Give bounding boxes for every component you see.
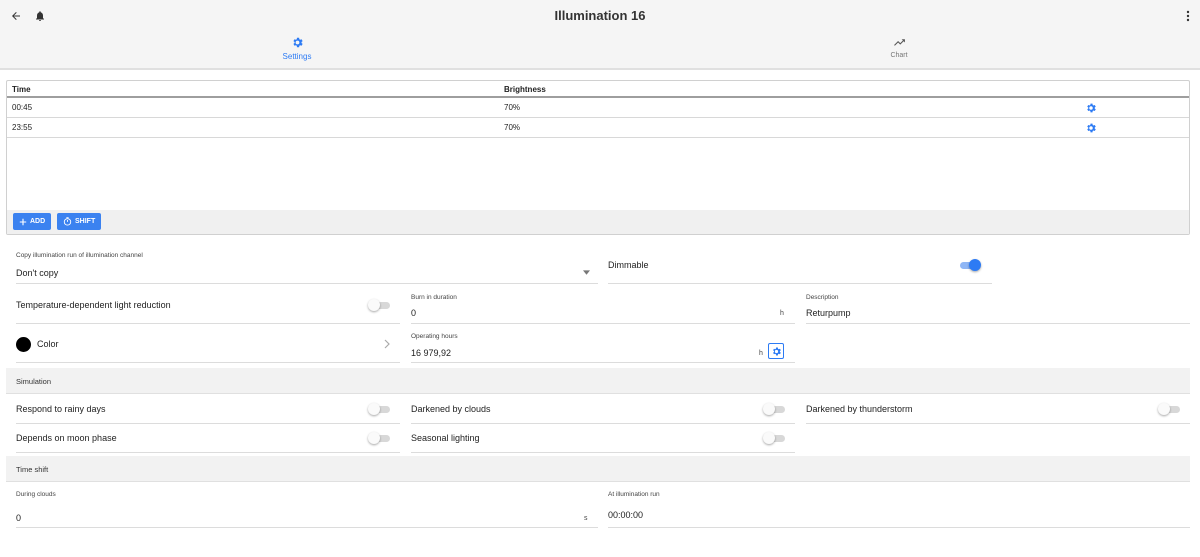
row-settings-icon[interactable]: [1085, 122, 1097, 134]
tab-settings[interactable]: Settings: [237, 36, 357, 66]
shift-button[interactable]: SHIFT: [57, 213, 102, 230]
tab-chart[interactable]: Chart: [839, 36, 959, 66]
dimmable-label: Dimmable: [608, 260, 649, 270]
column-header-brightness: Brightness: [504, 85, 546, 94]
temp-reduction-label: Temperature-dependent light reduction: [16, 300, 171, 310]
operating-hours-settings-button[interactable]: [768, 343, 784, 359]
trending-up-icon: [893, 39, 905, 46]
toggle-knob: [763, 403, 775, 415]
tab-chart-label: Chart: [890, 52, 908, 59]
gear-icon: [292, 37, 303, 48]
seasonal-label: Seasonal lighting: [411, 433, 480, 443]
row-time: 23:55: [12, 123, 33, 132]
color-label: Color: [37, 339, 59, 349]
illumination-run-label: At illumination run: [608, 491, 660, 498]
copy-run-select[interactable]: Copy illumination run of illumination ch…: [16, 248, 598, 284]
gear-icon: [772, 347, 781, 355]
table-header: Time Brightness: [7, 81, 1189, 98]
clouds-label: Darkened by clouds: [411, 404, 491, 414]
color-row[interactable]: Color: [16, 326, 400, 363]
add-button[interactable]: ADD: [13, 213, 52, 230]
toggle-knob: [368, 432, 380, 444]
during-clouds-value: 0: [16, 513, 22, 523]
toggle-knob: [969, 259, 981, 271]
row-time: 00:45: [12, 103, 33, 112]
table-row[interactable]: 00:45 70%: [7, 98, 1189, 118]
thunderstorm-row: Darkened by thunderstorm: [806, 396, 1190, 424]
timer-icon: [63, 217, 72, 226]
description-field[interactable]: Description Returpump: [806, 287, 1190, 324]
column-header-time: Time: [12, 85, 31, 94]
row-brightness: 70%: [504, 123, 521, 132]
row-brightness: 70%: [504, 103, 521, 112]
operating-hours-field[interactable]: Operating hours 16 979,92 h: [411, 326, 795, 363]
during-clouds-label: During clouds: [16, 491, 56, 498]
chevron-right-icon: [384, 339, 390, 349]
toggle-knob: [368, 403, 380, 415]
color-swatch: [16, 337, 31, 352]
rainy-days-toggle[interactable]: [368, 403, 390, 415]
table-footer: ADD SHIFT: [7, 210, 1189, 234]
seasonal-row: Seasonal lighting: [411, 425, 795, 453]
toggle-knob: [1158, 403, 1170, 415]
description-value: Returpump: [806, 308, 851, 318]
time-shift-section-header: Time shift: [6, 456, 1190, 482]
simulation-section-header: Simulation: [6, 368, 1190, 394]
toggle-knob: [368, 299, 380, 311]
illumination-run-value: 00:00:00: [608, 510, 644, 520]
during-clouds-field[interactable]: During clouds 0 s: [16, 487, 598, 528]
row-settings-icon[interactable]: [1085, 102, 1097, 114]
description-label: Description: [806, 294, 839, 301]
table-row[interactable]: 23:55 70%: [7, 118, 1189, 138]
app-bar: Illumination 16 Settings Chart: [0, 0, 1200, 70]
during-clouds-unit: s: [584, 515, 588, 522]
add-button-label: ADD: [30, 218, 46, 225]
dimmable-toggle[interactable]: [958, 259, 981, 271]
operating-hours-value: 16 979,92: [411, 348, 452, 358]
thunderstorm-toggle[interactable]: [1158, 403, 1180, 415]
moon-phase-label: Depends on moon phase: [16, 433, 117, 443]
dimmable-row: Dimmable: [608, 248, 992, 284]
burn-in-value: 0: [411, 308, 417, 318]
shift-button-label: SHIFT: [75, 218, 96, 225]
burn-in-unit: h: [780, 310, 784, 317]
temp-reduction-toggle[interactable]: [368, 299, 390, 311]
tab-settings-label: Settings: [282, 52, 312, 61]
clouds-row: Darkened by clouds: [411, 396, 795, 424]
more-menu-button[interactable]: [1182, 6, 1194, 26]
operating-hours-label: Operating hours: [411, 333, 458, 340]
rainy-days-row: Respond to rainy days: [16, 396, 400, 424]
burn-in-field[interactable]: Burn in duration 0 h: [411, 287, 795, 324]
copy-run-value: Don't copy: [16, 268, 59, 278]
seasonal-toggle[interactable]: [763, 432, 785, 444]
toggle-knob: [763, 432, 775, 444]
clouds-toggle[interactable]: [763, 403, 785, 415]
illumination-run-field[interactable]: At illumination run 00:00:00: [608, 487, 1190, 528]
moon-phase-toggle[interactable]: [368, 432, 390, 444]
plus-icon: [19, 218, 27, 225]
page-title: Illumination 16: [554, 8, 646, 23]
temp-reduction-row: Temperature-dependent light reduction: [16, 287, 400, 324]
rainy-days-label: Respond to rainy days: [16, 404, 106, 414]
schedule-table: Time Brightness 00:45 70% 23:55 70% ADD …: [6, 80, 1190, 235]
moon-phase-row: Depends on moon phase: [16, 425, 400, 453]
dropdown-arrow-icon: [583, 270, 590, 275]
more-vertical-icon: [1186, 10, 1190, 22]
burn-in-label: Burn in duration: [411, 294, 457, 301]
simulation-title: Simulation: [16, 377, 52, 386]
operating-hours-unit: h: [759, 350, 763, 357]
thunderstorm-label: Darkened by thunderstorm: [806, 404, 913, 414]
time-shift-title: Time shift: [16, 465, 49, 474]
copy-run-label: Copy illumination run of illumination ch…: [16, 252, 143, 259]
